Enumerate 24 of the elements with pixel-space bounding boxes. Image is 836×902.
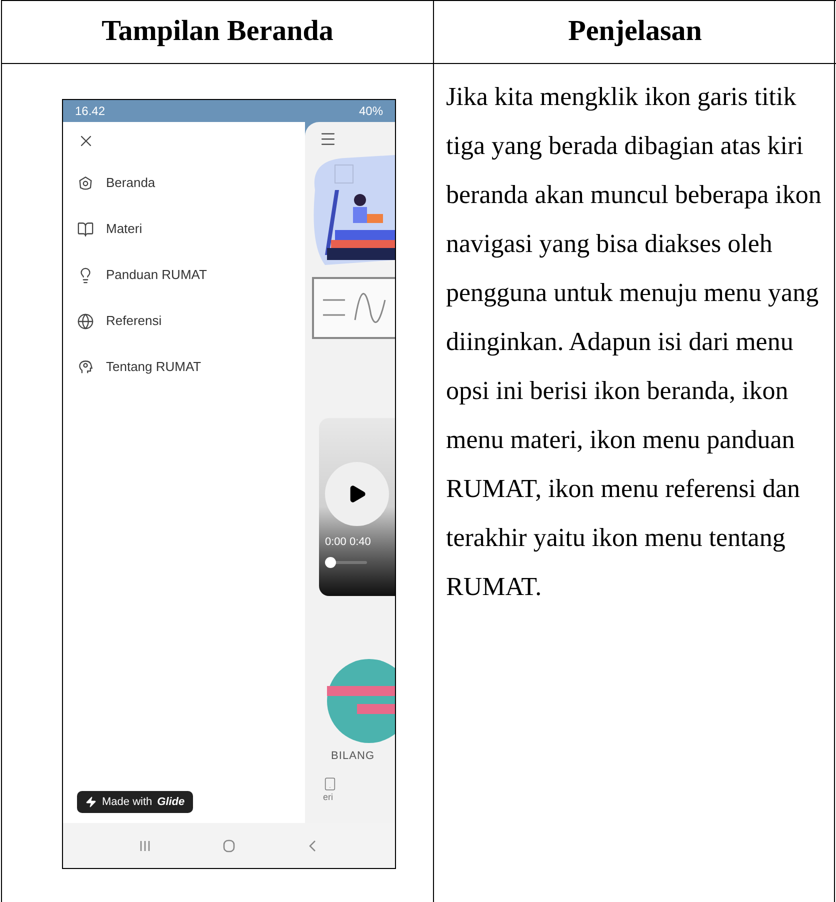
recent-apps-icon[interactable] <box>138 838 152 852</box>
house-icon <box>77 174 94 192</box>
drawer-item[interactable]: Referensi <box>77 310 305 332</box>
drawer-item[interactable]: Tentang RUMAT <box>77 356 305 378</box>
book-icon <box>77 220 94 238</box>
drawer-item[interactable]: Panduan RUMAT <box>77 264 305 286</box>
status-battery: 40% <box>358 103 383 120</box>
status-time: 16.42 <box>75 103 106 120</box>
column-header: Penjelasan <box>568 14 702 50</box>
home-button-icon[interactable] <box>222 838 236 852</box>
menu-icon[interactable] <box>319 130 337 148</box>
drawer-item[interactable]: Materi <box>77 218 305 240</box>
head-icon <box>77 358 94 376</box>
column-header: Tampilan Beranda <box>102 14 334 50</box>
drawer-item[interactable]: Beranda <box>77 172 305 194</box>
made-with-badge[interactable]: Made with Glide <box>77 791 193 813</box>
tab-label[interactable]: eri <box>323 790 334 804</box>
card-caption: BILANG <box>331 749 376 764</box>
tablet-icon[interactable] <box>323 776 337 790</box>
progress-thumb[interactable] <box>325 556 336 568</box>
globe-icon <box>77 312 94 330</box>
lightning-icon <box>85 796 97 808</box>
explanation-text: Jika kita mengklik ikon garis titik tiga yang berada dibagian atas kiri beranda akan muncul beberapa ikon navigasi yang bisa diakses oleh pengguna untuk menuju menu yang diinginkan. Adapun isi dari menu opsi ini berisi ikon beranda, ikon menu materi, ikon menu panduan RUMAT, ikon menu referensi dan terakhir yaitu ikon menu tentang RUMAT. <box>446 81 822 603</box>
video-time: 0:00 0:40 <box>325 535 371 550</box>
